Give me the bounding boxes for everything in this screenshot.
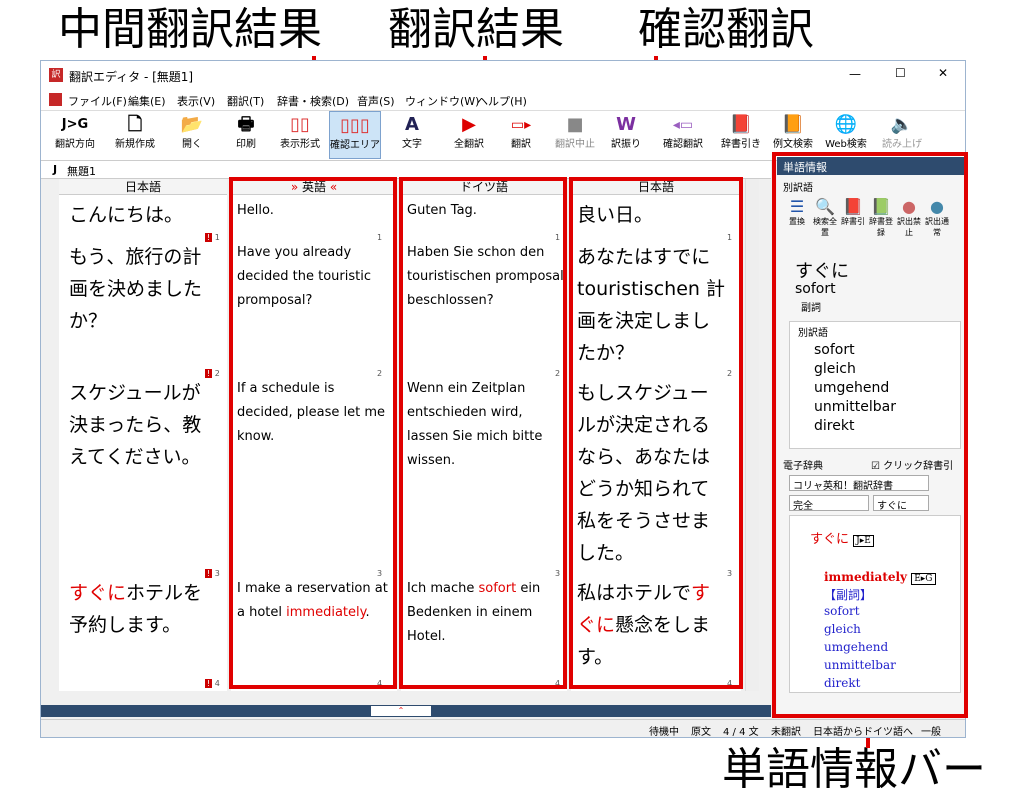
minimize-button[interactable]: — bbox=[849, 67, 861, 81]
direction-button[interactable]: J>G 翻訳方向 bbox=[47, 111, 103, 159]
title-bar: 訳 翻訳エディタ - [無題1] — ☐ ✕ bbox=[41, 61, 965, 89]
callout-intermediate: 中間翻訳結果 bbox=[58, 4, 322, 55]
menu-edit[interactable]: 編集(E) bbox=[128, 93, 166, 109]
source-sentence-2[interactable]: もう、旅行の計画を決めましたか？ bbox=[69, 241, 219, 337]
furigana-icon: W bbox=[616, 114, 636, 135]
status-category: 一般 bbox=[921, 727, 941, 738]
font-button[interactable]: A 文字 bbox=[387, 111, 437, 159]
display-format-button[interactable]: ▯▯ 表示形式 bbox=[275, 111, 325, 159]
status-untranslated: 未翻訳 bbox=[771, 727, 801, 738]
vertical-scrollbar[interactable] bbox=[745, 179, 759, 691]
new-button[interactable]: 🗋 新規作成 bbox=[107, 111, 163, 159]
confirm-translate-icon: ◂▭ bbox=[672, 117, 694, 133]
confirm-translate-button[interactable]: ◂▭ 確認翻訳 bbox=[653, 111, 713, 159]
source-sentence-1[interactable]: こんにちは。 bbox=[69, 199, 219, 231]
direction-icon: J>G bbox=[61, 117, 89, 132]
source-num-1: ! 1 bbox=[205, 233, 220, 242]
menu-help[interactable]: ヘルプ(H) bbox=[477, 93, 527, 109]
doc-tab-label: 無題1 bbox=[67, 165, 96, 178]
source-num-4: ! 4 bbox=[205, 679, 220, 688]
highlight-result bbox=[399, 177, 567, 689]
speaker-icon: 🔈 bbox=[890, 114, 914, 135]
source-header: 日本語 bbox=[59, 179, 227, 195]
dictionary-icon: 📕 bbox=[729, 114, 753, 135]
dict-lookup-button[interactable]: 📕 辞書引き bbox=[717, 111, 765, 159]
callout-confirm: 確認翻訳 bbox=[638, 4, 814, 55]
menu-file[interactable]: ファイル(F) bbox=[68, 93, 127, 109]
folder-icon: 📂 bbox=[180, 114, 204, 135]
window-title: 翻訳エディタ - [無題1] bbox=[69, 70, 194, 84]
menu-view[interactable]: 表示(V) bbox=[177, 93, 215, 109]
translate-icon: ▭▸ bbox=[510, 117, 532, 133]
columns-icon: ▯▯ bbox=[290, 114, 310, 135]
app-icon: 訳 bbox=[49, 68, 63, 82]
maximize-button[interactable]: ☐ bbox=[895, 66, 906, 80]
translate-button[interactable]: ▭▸ 翻訳 bbox=[497, 111, 545, 159]
splitter-bar[interactable]: ⌃ bbox=[41, 705, 771, 717]
source-num-2: ! 2 bbox=[205, 369, 220, 378]
new-doc-icon: 🗋 bbox=[127, 114, 143, 135]
status-count: 4 / 4 文 bbox=[723, 727, 759, 738]
status-direction: 日本語からドイツ語へ bbox=[813, 727, 913, 738]
font-icon: A bbox=[405, 114, 419, 135]
status-state: 待機中 bbox=[649, 727, 679, 738]
callout-result: 翻訳結果 bbox=[388, 4, 564, 55]
printer-icon: 🖶 bbox=[237, 114, 255, 135]
menu-bar: ファイル(F) 編集(E) 表示(V) 翻訳(T) 辞書・検索(D) 音声(S)… bbox=[41, 89, 965, 111]
translate-all-button[interactable]: ▶ 全翻訳 bbox=[445, 111, 493, 159]
source-num-3: ! 3 bbox=[205, 569, 220, 578]
print-button[interactable]: 🖶 印刷 bbox=[221, 111, 271, 159]
status-original: 原文 bbox=[691, 727, 711, 738]
stop-icon: ■ bbox=[566, 114, 584, 135]
menu-translate[interactable]: 翻訳(T) bbox=[227, 93, 264, 109]
furigana-button[interactable]: W 訳振り bbox=[603, 111, 649, 159]
callout-word-info-bar: 単語情報バー bbox=[722, 744, 986, 795]
close-button[interactable]: ✕ bbox=[938, 66, 948, 80]
play-icon: ▶ bbox=[462, 114, 476, 135]
menu-dictionary[interactable]: 辞書・検索(D) bbox=[277, 93, 349, 109]
three-columns-icon: ▯▯▯ bbox=[340, 115, 370, 136]
example-icon: 📙 bbox=[781, 114, 805, 135]
source-pane[interactable]: 日本語 こんにちは。 もう、旅行の計画を決めましたか？ スケジュールが決まったら… bbox=[59, 179, 227, 691]
menu-audio[interactable]: 音声(S) bbox=[357, 93, 395, 109]
doc-tab-icon: J bbox=[53, 163, 58, 176]
open-button[interactable]: 📂 開く bbox=[167, 111, 217, 159]
doc-icon bbox=[49, 93, 62, 106]
highlight-confirm bbox=[569, 177, 743, 689]
highlight-intermediate bbox=[229, 177, 397, 689]
splitter-handle[interactable]: ⌃ bbox=[371, 706, 431, 716]
menu-window[interactable]: ウィンドウ(W) bbox=[405, 93, 479, 109]
source-sentence-3[interactable]: スケジュールが決まったら、教えてください。 bbox=[69, 377, 219, 473]
source-sentence-4[interactable]: すぐにホテルを予約します。 bbox=[69, 577, 219, 641]
highlight-word-info-bar bbox=[772, 152, 968, 718]
status-bar: 待機中 原文 4 / 4 文 未翻訳 日本語からドイツ語へ 一般 bbox=[41, 719, 965, 738]
globe-icon: 🌐 bbox=[834, 114, 858, 135]
confirm-area-button[interactable]: ▯▯▯ 確認エリア bbox=[329, 111, 381, 159]
stop-button[interactable]: ■ 翻訳中止 bbox=[549, 111, 601, 159]
